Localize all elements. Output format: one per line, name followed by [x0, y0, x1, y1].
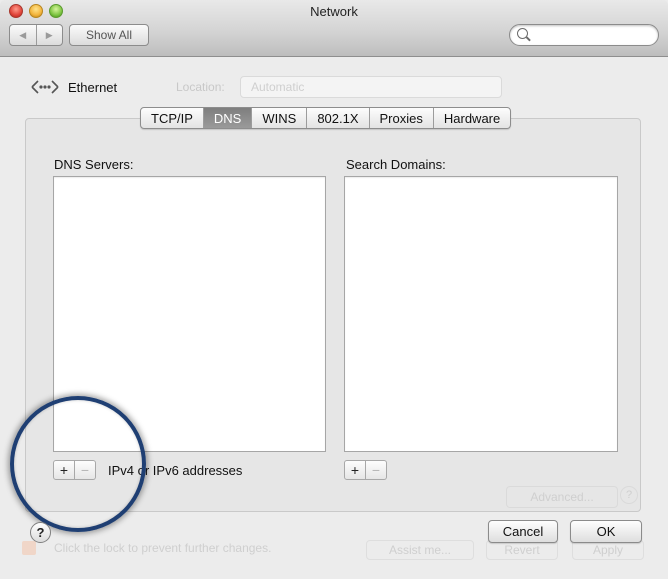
cancel-button[interactable]: Cancel	[488, 520, 558, 543]
tab-802-1x[interactable]: 802.1X	[307, 108, 370, 128]
location-label: Location:	[176, 80, 225, 94]
help-button-ghost: ?	[620, 486, 638, 504]
back-button[interactable]: ◀	[10, 25, 37, 45]
network-preferences-window: Network ◀ ▶ Show All Location: Automatic…	[0, 0, 668, 579]
lock-icon	[22, 541, 36, 555]
search-field[interactable]	[509, 24, 659, 46]
apply-button-ghost: Apply	[572, 540, 644, 560]
advanced-button-ghost: Advanced...	[506, 486, 618, 508]
revert-button-ghost: Revert	[486, 540, 558, 560]
dns-hint-text: IPv4 or IPv6 addresses	[108, 463, 243, 478]
back-forward-control: ◀ ▶	[9, 24, 63, 46]
interface-name: Ethernet	[68, 79, 118, 95]
tab-bar: TCP/IP DNS WINS 802.1X Proxies Hardware	[140, 107, 512, 129]
remove-dns-server-button[interactable]: −	[75, 460, 96, 480]
remove-search-domain-button[interactable]: −	[366, 460, 387, 480]
location-select: Automatic	[240, 76, 502, 98]
lock-text-ghost: Click the lock to prevent further change…	[54, 541, 272, 555]
tab-wins[interactable]: WINS	[252, 108, 308, 128]
search-domains-list[interactable]	[344, 176, 618, 452]
tab-tcp-ip[interactable]: TCP/IP	[141, 108, 204, 128]
search-domains-label: Search Domains:	[346, 157, 446, 172]
add-search-domain-button[interactable]: +	[344, 460, 366, 480]
location-value: Automatic	[251, 80, 305, 94]
ok-button[interactable]: OK	[570, 520, 642, 543]
window-title: Network	[310, 4, 358, 19]
forward-button[interactable]: ▶	[37, 25, 63, 45]
show-all-button[interactable]: Show All	[69, 24, 149, 46]
add-dns-server-button[interactable]: +	[53, 460, 75, 480]
dns-servers-label: DNS Servers:	[54, 157, 134, 172]
assist-me-button-ghost: Assist me...	[366, 540, 474, 560]
ethernet-icon	[31, 80, 59, 94]
search-icon	[517, 28, 528, 39]
tab-proxies[interactable]: Proxies	[370, 108, 434, 128]
help-button[interactable]: ?	[30, 522, 51, 543]
dns-servers-list[interactable]	[53, 176, 326, 452]
tab-hardware[interactable]: Hardware	[434, 108, 510, 128]
interface-header: Ethernet	[30, 76, 117, 98]
tab-dns[interactable]: DNS	[203, 108, 253, 128]
title-bar: Network ◀ ▶ Show All	[0, 0, 668, 57]
